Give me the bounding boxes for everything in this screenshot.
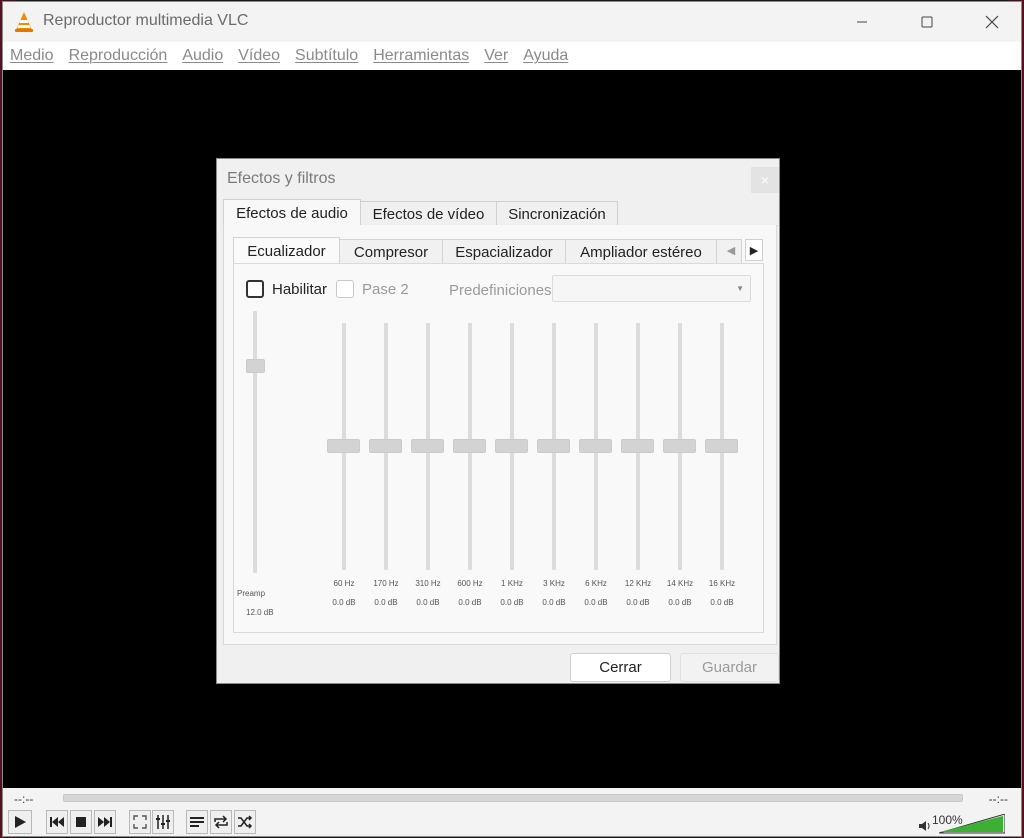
tab-equalizer[interactable]: Ecualizador [233,237,340,265]
title-bar: Reproductor multimedia VLC [3,2,1021,42]
band-slider-thumb[interactable] [621,439,654,453]
band-slider-thumb[interactable] [705,439,738,453]
tab-compressor[interactable]: Compresor [339,239,443,265]
time-elapsed: --:-- [14,792,34,806]
menu-ver[interactable]: Ver [484,47,508,65]
preamp-value: 12.0 dB [246,608,274,617]
vlc-cone-icon [15,12,33,32]
seek-bar[interactable] [63,794,963,802]
save-button[interactable]: Guardar [680,653,779,682]
tab-audio-effects[interactable]: Efectos de audio [223,199,361,227]
speaker-icon[interactable] [919,820,931,832]
loop-button[interactable] [210,810,232,834]
band-slider-thumb[interactable] [453,439,486,453]
stop-icon [76,817,86,827]
loop-icon [214,815,228,829]
band-value-label: 0.0 dB [710,598,734,607]
shuffle-button[interactable] [234,810,256,834]
tab-spatializer[interactable]: Espacializador [442,239,566,265]
time-total: --:-- [988,792,1008,806]
tab-synchronization[interactable]: Sincronización [496,201,618,227]
playlist-button[interactable] [186,810,208,834]
menu-medio[interactable]: Medio [10,47,54,65]
band-frequency-label: 16 KHz [708,579,736,588]
menu-reproduccion[interactable]: Reproducción [69,47,168,65]
play-button[interactable] [8,810,32,834]
vlc-window: Reproductor multimedia VLC Medio Reprodu… [2,1,1022,837]
menu-bar: Medio Reproducción Audio Vídeo Subtítulo… [3,42,1021,70]
band-slider-thumb[interactable] [495,439,528,453]
extended-settings-icon [156,815,170,829]
close-icon[interactable] [969,2,1015,42]
dialog-title: Efectos y filtros [227,170,336,187]
dialog-close-icon[interactable]: × [751,167,779,193]
tabs-scroll-left-icon[interactable]: ◀ [724,239,738,261]
maximize-icon[interactable] [904,2,950,42]
fullscreen-button[interactable] [129,810,151,834]
chevron-down-icon: ▼ [736,284,744,293]
volume-slider[interactable] [939,814,1005,834]
previous-button[interactable] [46,810,68,834]
playlist-icon [190,817,204,827]
pass2-checkbox[interactable] [336,280,354,298]
band-slider-thumb[interactable] [537,439,570,453]
controls-bar: --:-- --:-- 100% [3,788,1021,836]
tab-stereo-widener[interactable]: Ampliador estéreo [565,239,717,265]
play-icon [15,816,26,828]
shuffle-icon [238,815,253,829]
effects-dialog: Efectos y filtros × Efectos de audio Efe… [216,158,780,684]
fullscreen-icon [133,815,147,829]
tabs-scroll-right-icon[interactable]: ▶ [745,239,763,261]
extended-settings-button[interactable] [152,810,174,834]
menu-herramientas[interactable]: Herramientas [373,47,469,65]
preamp-slider-thumb[interactable] [246,359,265,373]
previous-icon [50,817,64,827]
band-slider-thumb[interactable] [411,439,444,453]
menu-audio[interactable]: Audio [182,47,223,65]
presets-label: Predefiniciones [449,282,552,299]
band-slider-thumb[interactable] [327,439,360,453]
enable-label: Habilitar [272,280,328,298]
close-button[interactable]: Cerrar [570,653,671,682]
next-icon [98,817,112,827]
tab-video-effects[interactable]: Efectos de vídeo [360,201,497,227]
stop-button[interactable] [70,810,92,834]
preamp-slider-track[interactable] [253,311,257,573]
enable-checkbox[interactable] [246,280,264,298]
minimize-icon[interactable] [839,2,885,42]
pass2-label: Pase 2 [362,280,409,298]
pass2-checkbox-row[interactable]: Pase 2 [336,277,409,301]
enable-checkbox-row[interactable]: Habilitar [246,277,327,301]
band-slider-thumb[interactable] [579,439,612,453]
band-slider-thumb[interactable] [663,439,696,453]
band-slider-thumb[interactable] [369,439,402,453]
menu-subtitulo[interactable]: Subtítulo [295,47,358,65]
menu-video[interactable]: Vídeo [238,47,280,65]
window-title: Reproductor multimedia VLC [43,12,249,29]
presets-select[interactable]: ▼ [552,275,751,302]
preamp-label: Preamp [237,589,266,598]
next-button[interactable] [94,810,116,834]
menu-ayuda[interactable]: Ayuda [523,47,568,65]
